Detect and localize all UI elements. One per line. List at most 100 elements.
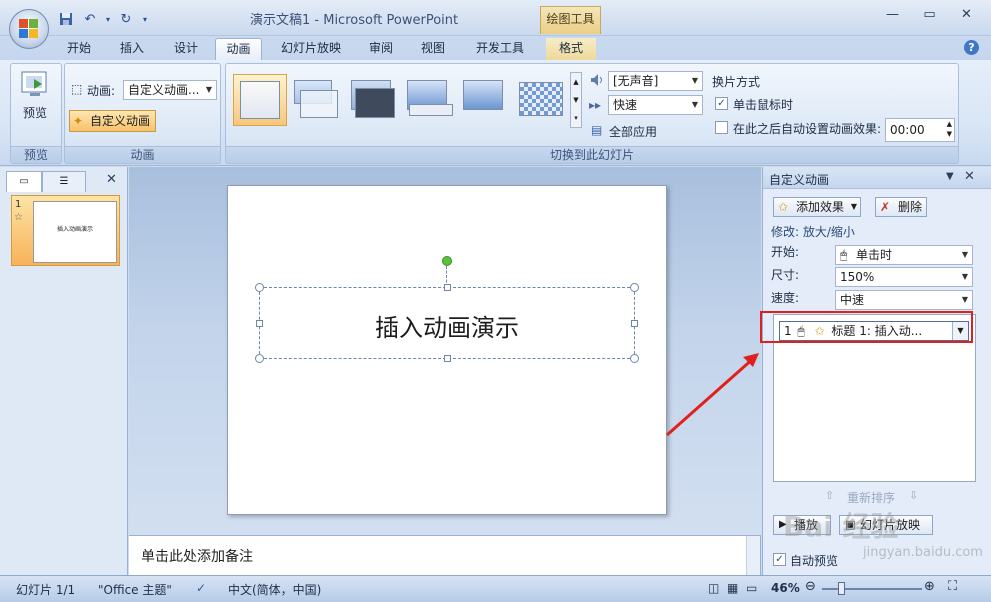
- resize-handle[interactable]: [444, 355, 451, 362]
- notes-scrollbar[interactable]: [746, 536, 760, 576]
- start-label: 开始:: [771, 245, 800, 259]
- slide-canvas[interactable]: 插入动画演示: [227, 185, 667, 515]
- slide-title-text[interactable]: 插入动画演示: [260, 308, 634, 343]
- tab-animations[interactable]: 动画: [215, 38, 262, 60]
- size-dropdown[interactable]: 150% ▼: [835, 267, 973, 287]
- tab-design[interactable]: 设计: [164, 38, 208, 60]
- tab-insert[interactable]: 插入: [110, 38, 154, 60]
- slides-tab-icon[interactable]: ▭: [6, 171, 42, 192]
- zoom-slider-thumb[interactable]: [838, 582, 845, 595]
- move-down-icon[interactable]: ⇩: [909, 489, 918, 502]
- tab-view[interactable]: 视图: [411, 38, 455, 60]
- theme-name[interactable]: "Office 主题": [98, 581, 172, 598]
- start-value: 单击时: [856, 248, 893, 262]
- pane-menu-icon[interactable]: ▼: [946, 171, 954, 182]
- close-icon[interactable]: ✕: [948, 4, 985, 24]
- sound-value: [无声音]: [613, 74, 659, 88]
- animate-dropdown[interactable]: 自定义动画... ▼: [123, 80, 217, 100]
- restore-icon[interactable]: ▭: [911, 4, 948, 24]
- preview-icon[interactable]: [20, 70, 52, 100]
- transition-fade-thumb[interactable]: [290, 74, 344, 126]
- custom-animation-button[interactable]: ✦ 自定义动画: [69, 110, 156, 132]
- spinner-arrows-icon[interactable]: ▲ ▼: [947, 119, 952, 139]
- office-button[interactable]: [9, 9, 49, 49]
- on-click-checkbox[interactable]: ✓: [715, 97, 728, 110]
- title-bar: ↶ ▾ ↻ ▾ 演示文稿1 - Microsoft PowerPoint 绘图工…: [0, 0, 991, 36]
- resize-handle[interactable]: [630, 354, 639, 363]
- chevron-down-icon: ▼: [850, 202, 858, 211]
- tab-format[interactable]: 格式: [546, 38, 596, 60]
- speed-dropdown[interactable]: 中速 ▼: [835, 290, 973, 310]
- animate-dropdown-value: 自定义动画...: [128, 83, 200, 97]
- modify-label: 修改: 放大/缩小: [771, 225, 855, 239]
- tab-slideshow[interactable]: 幻灯片放映: [272, 38, 350, 60]
- auto-time-spinner[interactable]: 00:00 ▲ ▼: [885, 118, 955, 142]
- zoom-slider[interactable]: [822, 582, 922, 595]
- transition-group: ▲ ▼ ▾ [无声音] ▼ ▸▸ 快速 ▼ ▤ 全部应用 换片方式 ✓ 单击鼠标时 …: [225, 63, 959, 164]
- customize-qat-icon[interactable]: ▾: [140, 9, 150, 29]
- auto-advance-checkbox[interactable]: [715, 121, 728, 134]
- close-icon[interactable]: ✕: [964, 169, 975, 184]
- resize-handle[interactable]: [255, 283, 264, 292]
- resize-handle[interactable]: [256, 320, 263, 327]
- apply-all-button[interactable]: 全部应用: [609, 123, 657, 140]
- slide-thumb-canvas: 插入动画演示: [33, 201, 117, 263]
- custom-animation-label: 自定义动画: [90, 114, 151, 128]
- notes-placeholder[interactable]: 单击此处添加备注: [141, 546, 253, 566]
- watermark-url: jingyan.baidu.com: [863, 545, 983, 560]
- speed-dropdown[interactable]: 快速 ▼: [608, 95, 703, 115]
- effect-list[interactable]: 1 🖱 ✩ 标题 1: 插入动... ▼: [760, 311, 976, 482]
- remove-icon: ✗: [880, 200, 891, 214]
- title-placeholder[interactable]: 插入动画演示: [255, 283, 639, 363]
- redo-icon[interactable]: ↻: [116, 9, 136, 29]
- remove-button[interactable]: ✗ 删除: [875, 197, 928, 217]
- language[interactable]: 中文(简体，中国): [228, 581, 321, 598]
- slide-thumbnail[interactable]: 1 ☆ 插入动画演示: [11, 195, 120, 266]
- help-icon[interactable]: ?: [964, 40, 979, 55]
- custom-animation-pane: 自定义动画 ▼ ✕ ✩ 添加效果 ▼ ✗ 删除 修改: 放大/缩小 开始: 🖱 …: [760, 167, 991, 575]
- resize-handle[interactable]: [255, 354, 264, 363]
- minimize-icon[interactable]: —: [874, 4, 911, 24]
- context-tab-title: 绘图工具: [540, 6, 601, 34]
- close-icon[interactable]: ✕: [106, 172, 117, 187]
- transition-dissolve-thumb[interactable]: [515, 74, 569, 126]
- slide-editor: 1 插入动画演示: [129, 167, 761, 535]
- tab-developer[interactable]: 开发工具: [467, 38, 533, 60]
- dropdown-chevron-icon[interactable]: ▾: [104, 9, 112, 29]
- ribbon: 预览 预览 ⬚ 动画: 自定义动画... ▼ ✦ 自定义动画 动画 ▲ ▼ ▾ …: [0, 60, 991, 166]
- autopreview-checkbox[interactable]: ✓: [773, 553, 786, 566]
- chevron-down-icon: ▼: [691, 100, 699, 109]
- tab-review[interactable]: 审阅: [359, 38, 403, 60]
- transition-cut-thumb[interactable]: [403, 74, 457, 126]
- gallery-scroll[interactable]: ▲ ▼ ▾: [570, 72, 582, 128]
- zoom-out-icon[interactable]: ⊖: [805, 579, 816, 594]
- preview-button-label[interactable]: 预览: [23, 104, 47, 121]
- start-dropdown[interactable]: 🖱 单击时 ▼: [835, 245, 973, 265]
- apply-all-icon: ▤: [591, 123, 603, 137]
- zoom-in-icon[interactable]: ⊕: [924, 579, 935, 594]
- slideshow-view-icon[interactable]: ▭: [746, 581, 757, 595]
- normal-view-icon[interactable]: ◫: [708, 581, 719, 595]
- transition-dark-thumb[interactable]: [347, 74, 401, 126]
- highlight-box: [760, 311, 973, 343]
- fit-window-icon[interactable]: ⛶: [948, 579, 957, 594]
- notes-pane[interactable]: 单击此处添加备注: [129, 535, 761, 576]
- sound-dropdown[interactable]: [无声音] ▼: [608, 71, 703, 91]
- add-effect-button[interactable]: ✩ 添加效果 ▼: [773, 197, 862, 217]
- resize-handle[interactable]: [444, 284, 451, 291]
- tab-home[interactable]: 开始: [58, 38, 100, 60]
- spellcheck-icon[interactable]: ✓: [196, 581, 206, 595]
- slide-thumb-text: 插入动画演示: [56, 226, 93, 233]
- resize-handle[interactable]: [631, 320, 638, 327]
- transition-black-thumb[interactable]: [459, 74, 513, 126]
- outline-tab-icon[interactable]: ☰: [42, 171, 86, 192]
- undo-icon[interactable]: ↶: [80, 9, 100, 29]
- move-up-icon[interactable]: ⇧: [825, 489, 834, 502]
- resize-handle[interactable]: [630, 283, 639, 292]
- rotate-handle[interactable]: [442, 256, 452, 266]
- zoom-level[interactable]: 46%: [771, 581, 800, 595]
- sorter-view-icon[interactable]: ▦: [727, 581, 738, 595]
- save-icon[interactable]: [56, 9, 76, 29]
- chevron-down-icon: ▼: [961, 272, 969, 281]
- transition-none-thumb[interactable]: [233, 74, 287, 126]
